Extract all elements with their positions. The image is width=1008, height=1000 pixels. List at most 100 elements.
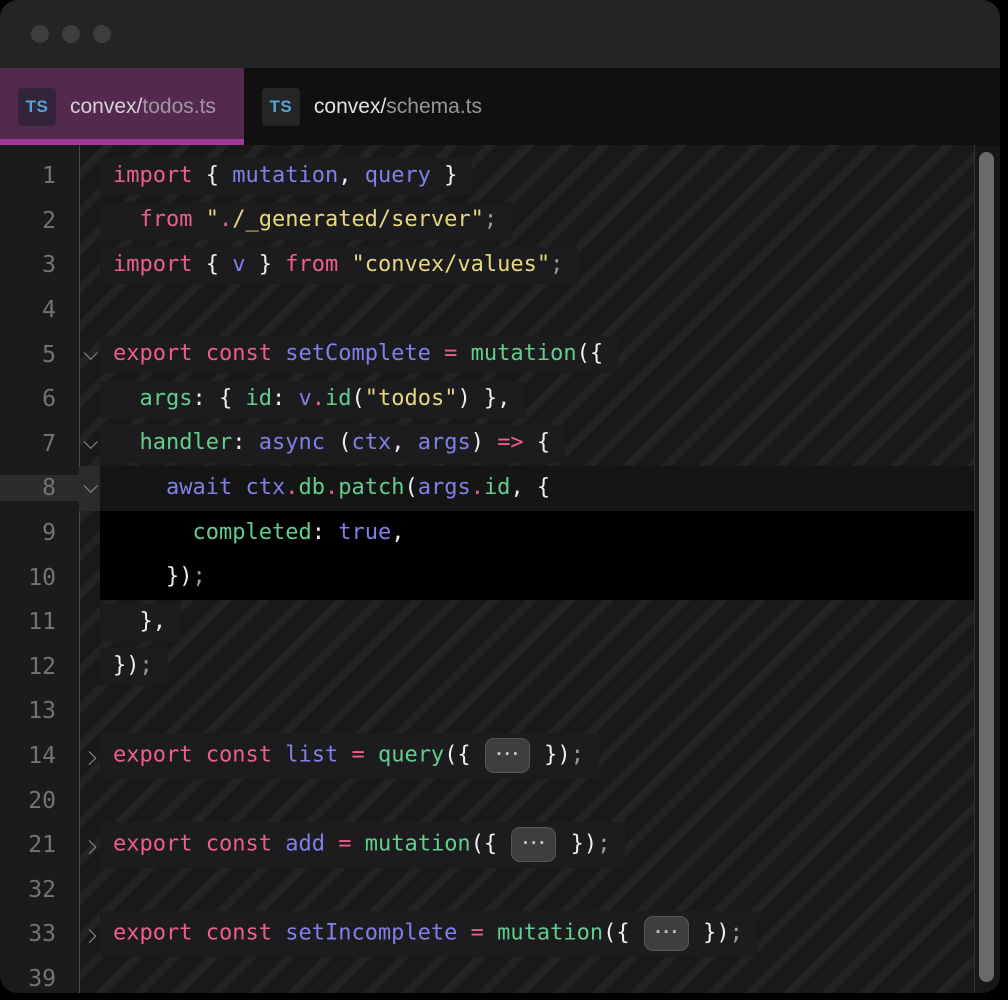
- code-line-12[interactable]: 12});: [0, 645, 975, 690]
- code-line-3[interactable]: 3 import { v } from "convex/values";: [0, 243, 975, 288]
- tab-todos.ts[interactable]: TS convex/todos.ts: [0, 68, 244, 145]
- token-pun: [338, 743, 351, 768]
- token-id: setIncomplete: [285, 921, 457, 946]
- collapsed-code-chip[interactable]: ···: [644, 916, 689, 951]
- code-line-20[interactable]: 20: [0, 778, 975, 823]
- token-pun: [192, 832, 205, 857]
- token-id: async: [259, 430, 325, 455]
- token-pun: ({: [603, 921, 643, 946]
- chevron-right-icon: [82, 751, 96, 765]
- code-line-39[interactable]: 39: [0, 957, 975, 993]
- token-pun: [351, 832, 364, 857]
- code-line-content: export const setIncomplete = mutation({ …: [100, 912, 975, 957]
- line-number[interactable]: 4: [0, 297, 79, 323]
- fold-spacer: [79, 511, 100, 556]
- traffic-light-maximize-button[interactable]: [93, 25, 111, 43]
- code-text[interactable]: export const add = mutation({ ··· });: [100, 822, 625, 868]
- line-number[interactable]: 11: [0, 609, 79, 635]
- code-line-2[interactable]: 2 from "./_generated/server";: [0, 199, 975, 244]
- line-number[interactable]: 6: [0, 386, 79, 412]
- code-line-13[interactable]: 13: [0, 689, 975, 734]
- line-number[interactable]: 1: [0, 163, 79, 189]
- token-pun: ({: [444, 743, 484, 768]
- token-pun: ,: [391, 520, 404, 545]
- traffic-light-close-button[interactable]: [31, 25, 49, 43]
- code-text[interactable]: from "./_generated/server";: [100, 202, 512, 239]
- line-number[interactable]: 39: [0, 966, 79, 992]
- code-line-10[interactable]: 10 });: [0, 555, 975, 600]
- typescript-file-icon: TS: [18, 88, 56, 126]
- token-kw: =>: [497, 430, 524, 455]
- code-text[interactable]: });: [113, 564, 206, 590]
- code-line-5[interactable]: 5 export const setComplete = mutation({: [0, 332, 975, 377]
- line-number[interactable]: 12: [0, 654, 79, 680]
- token-fn: completed: [192, 520, 311, 545]
- line-number[interactable]: 13: [0, 698, 79, 724]
- typescript-file-icon: TS: [262, 88, 300, 126]
- token-pun: [272, 832, 285, 857]
- code-line-21[interactable]: 21 export const add = mutation({ ··· });: [0, 823, 975, 868]
- scrollbar-track[interactable]: [974, 145, 1000, 993]
- code-text[interactable]: },: [100, 604, 181, 641]
- token-id: mutation: [232, 163, 338, 188]
- code-line-7[interactable]: 7 handler: async (ctx, args) => {: [0, 422, 975, 467]
- code-text[interactable]: args: { id: v.id("todos") },: [100, 381, 525, 418]
- token-fn: mutation: [365, 832, 471, 857]
- code-line-33[interactable]: 33 export const setIncomplete = mutation(…: [0, 912, 975, 957]
- code-line-6[interactable]: 6 args: { id: v.id("todos") },: [0, 377, 975, 422]
- fold-spacer: [79, 957, 100, 993]
- line-number[interactable]: 10: [0, 565, 79, 591]
- token-id: query: [365, 163, 431, 188]
- code-text[interactable]: export const setIncomplete = mutation({ …: [100, 911, 758, 957]
- line-number[interactable]: 9: [0, 520, 79, 546]
- fold-down-icon[interactable]: [79, 422, 100, 467]
- line-number[interactable]: 14: [0, 743, 79, 769]
- code-line-content: import { mutation, query }: [100, 154, 975, 199]
- scrollbar-thumb[interactable]: [979, 152, 994, 982]
- line-number[interactable]: 8: [0, 475, 79, 501]
- fold-spacer: [79, 243, 100, 288]
- code-line-11[interactable]: 11 },: [0, 600, 975, 645]
- traffic-light-minimize-button[interactable]: [62, 25, 80, 43]
- tab-label: convex/todos.ts: [70, 95, 216, 119]
- code-line-1[interactable]: 1 import { mutation, query }: [0, 154, 975, 199]
- code-line-4[interactable]: 4: [0, 288, 975, 333]
- code-line-32[interactable]: 32: [0, 868, 975, 913]
- collapsed-code-chip[interactable]: ···: [485, 738, 530, 773]
- code-text[interactable]: export const list = query({ ··· });: [100, 733, 599, 779]
- code-text[interactable]: });: [100, 648, 168, 685]
- token-id: ctx: [351, 430, 391, 455]
- code-line-8[interactable]: 8 await ctx.db.patch(args.id, {: [0, 466, 975, 511]
- fold-down-icon[interactable]: [79, 332, 100, 377]
- fold-right-icon[interactable]: [79, 912, 100, 957]
- token-fn: db: [298, 475, 325, 500]
- fold-down-icon[interactable]: [79, 466, 100, 511]
- tab-bar: TS convex/todos.ts TS convex/schema.ts: [0, 68, 1000, 145]
- line-number[interactable]: 21: [0, 832, 79, 858]
- code-text[interactable]: completed: true,: [113, 520, 404, 546]
- tab-label: convex/schema.ts: [314, 95, 482, 119]
- line-number[interactable]: 33: [0, 921, 79, 947]
- line-number[interactable]: 7: [0, 431, 79, 457]
- line-number[interactable]: 2: [0, 208, 79, 234]
- code-line-content: from "./_generated/server";: [100, 199, 975, 244]
- fold-right-icon[interactable]: [79, 734, 100, 779]
- code-line-14[interactable]: 14 export const list = query({ ··· });: [0, 734, 975, 779]
- fold-right-icon[interactable]: [79, 823, 100, 868]
- line-number[interactable]: 3: [0, 252, 79, 278]
- editor: 1 import { mutation, query } 2 from "./_ge…: [0, 145, 1000, 993]
- code-text[interactable]: export const setComplete = mutation({: [100, 336, 618, 373]
- collapsed-code-chip[interactable]: ···: [511, 827, 556, 862]
- line-number[interactable]: 20: [0, 788, 79, 814]
- line-number[interactable]: 5: [0, 342, 79, 368]
- code-text[interactable]: import { v } from "convex/values";: [100, 247, 578, 284]
- code-text[interactable]: await ctx.db.patch(args.id, {: [113, 475, 550, 501]
- token-pun: :: [232, 430, 259, 455]
- tab-schema.ts[interactable]: TS convex/schema.ts: [244, 68, 510, 145]
- code-text[interactable]: import { mutation, query }: [100, 158, 472, 195]
- line-number[interactable]: 32: [0, 877, 79, 903]
- code-line-9[interactable]: 9 completed: true,: [0, 511, 975, 556]
- fold-spacer: [79, 645, 100, 690]
- token-kw: import: [113, 252, 192, 277]
- code-text[interactable]: handler: async (ctx, args) => {: [100, 425, 565, 462]
